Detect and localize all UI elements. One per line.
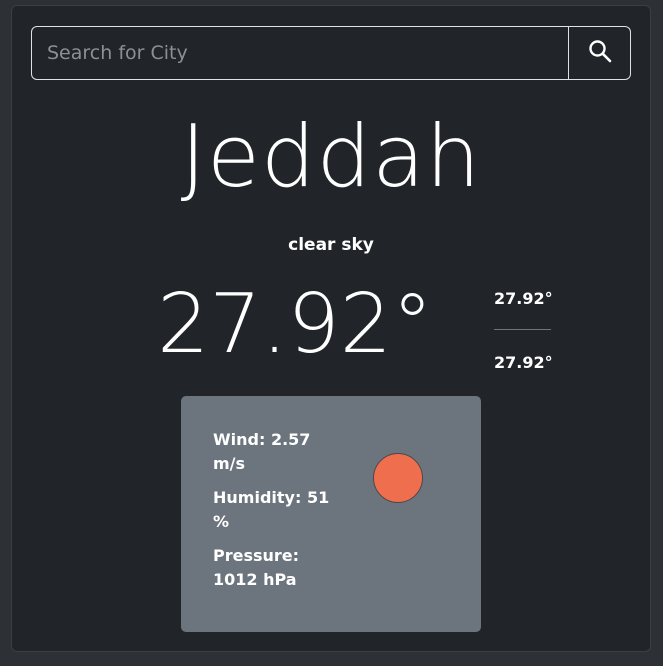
wind-info: Wind: 2.57 m/s (213, 428, 338, 476)
wind-label: Wind: (213, 430, 266, 449)
weather-description: clear sky (288, 235, 374, 255)
search-icon (588, 39, 612, 67)
pressure-info: Pressure: 1012 hPa (213, 544, 338, 592)
humidity-label: Humidity: (213, 488, 302, 507)
weather-indicator-dot-icon (373, 453, 423, 503)
weather-details-panel: Wind: 2.57 m/s Humidity: 51 % Pressure: … (181, 396, 481, 632)
temperature-divider (494, 329, 551, 330)
max-temperature: 27.92° (494, 289, 553, 308)
search-bar (31, 26, 631, 80)
humidity-info: Humidity: 51 % (213, 486, 338, 534)
search-button[interactable] (568, 27, 630, 79)
min-temperature: 27.92° (494, 353, 553, 372)
pressure-label: Pressure: (213, 546, 300, 565)
current-temperature: 27.92° (157, 277, 433, 372)
search-input[interactable] (32, 27, 568, 79)
weather-card: Jeddah clear sky 27.92° 27.92° 27.92° Wi… (11, 5, 651, 652)
city-name: Jeddah (180, 107, 482, 207)
pressure-value: 1012 hPa (213, 570, 297, 589)
